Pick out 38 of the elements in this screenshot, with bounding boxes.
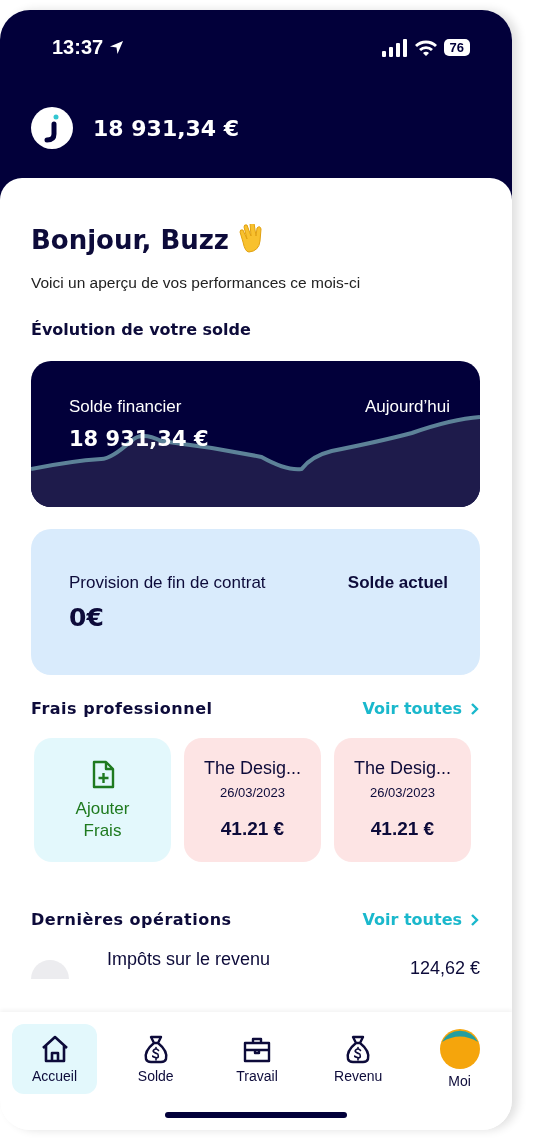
card-label: Provision de fin de contrat: [69, 573, 266, 593]
header-balance: 18 931,34 €: [93, 115, 240, 141]
tab-item[interactable]: Solde: [113, 1024, 199, 1094]
card-amount: 18 931,34 €: [69, 427, 209, 451]
expense-amount: 41.21 €: [370, 818, 435, 840]
greeting-subtitle: Voici un aperçu de vos performances ce mois-ci: [31, 274, 362, 292]
card-status: Solde actuel: [347, 573, 448, 593]
section-title: Dernières opérations: [31, 910, 232, 929]
expense-card[interactable]: The Desig... 26/03/2023 41.21 €: [184, 738, 321, 862]
chevron-icon: [470, 701, 480, 716]
expense-name: The Desig...: [353, 758, 451, 779]
expense-date: 26/03/2023: [219, 785, 286, 800]
file-plus-icon: [90, 760, 115, 790]
status-time: 13:37: [52, 36, 104, 59]
operation-name: Impôts sur le revenu: [107, 949, 272, 970]
tab-item[interactable]: Accueil: [12, 1024, 97, 1094]
section-title: Évolution de votre solde: [31, 320, 252, 339]
add-expense-button[interactable]: Ajouter Frais: [34, 738, 171, 862]
expense-card[interactable]: The Desig... 26/03/2023 41.21 €: [334, 738, 471, 862]
section-title: Frais professionnel: [31, 699, 213, 718]
card-amount: 0€: [69, 603, 104, 632]
tab-item[interactable]: Revenu: [315, 1024, 401, 1094]
tab-item[interactable]: Travail: [214, 1024, 300, 1094]
location-arrow-icon: [109, 40, 125, 55]
card-period: Aujourd’hui: [364, 397, 450, 417]
expense-date: 26/03/2023: [369, 785, 436, 800]
tab-item[interactable]: Moi: [417, 1024, 502, 1094]
expense-name: The Desig...: [203, 758, 301, 779]
wifi-icon: [413, 38, 438, 57]
signal-icon: [381, 38, 408, 57]
logo-icon: [31, 107, 73, 149]
card-label: Solde financier: [69, 397, 182, 417]
battery-indicator: 76: [443, 39, 470, 56]
greeting-title: Bonjour, Buzz: [31, 225, 229, 255]
avatar-icon: [439, 1029, 480, 1069]
operation-amount: 124,62 €: [409, 958, 480, 979]
expense-amount: 41.21 €: [220, 818, 285, 840]
chevron-icon: [470, 912, 480, 927]
